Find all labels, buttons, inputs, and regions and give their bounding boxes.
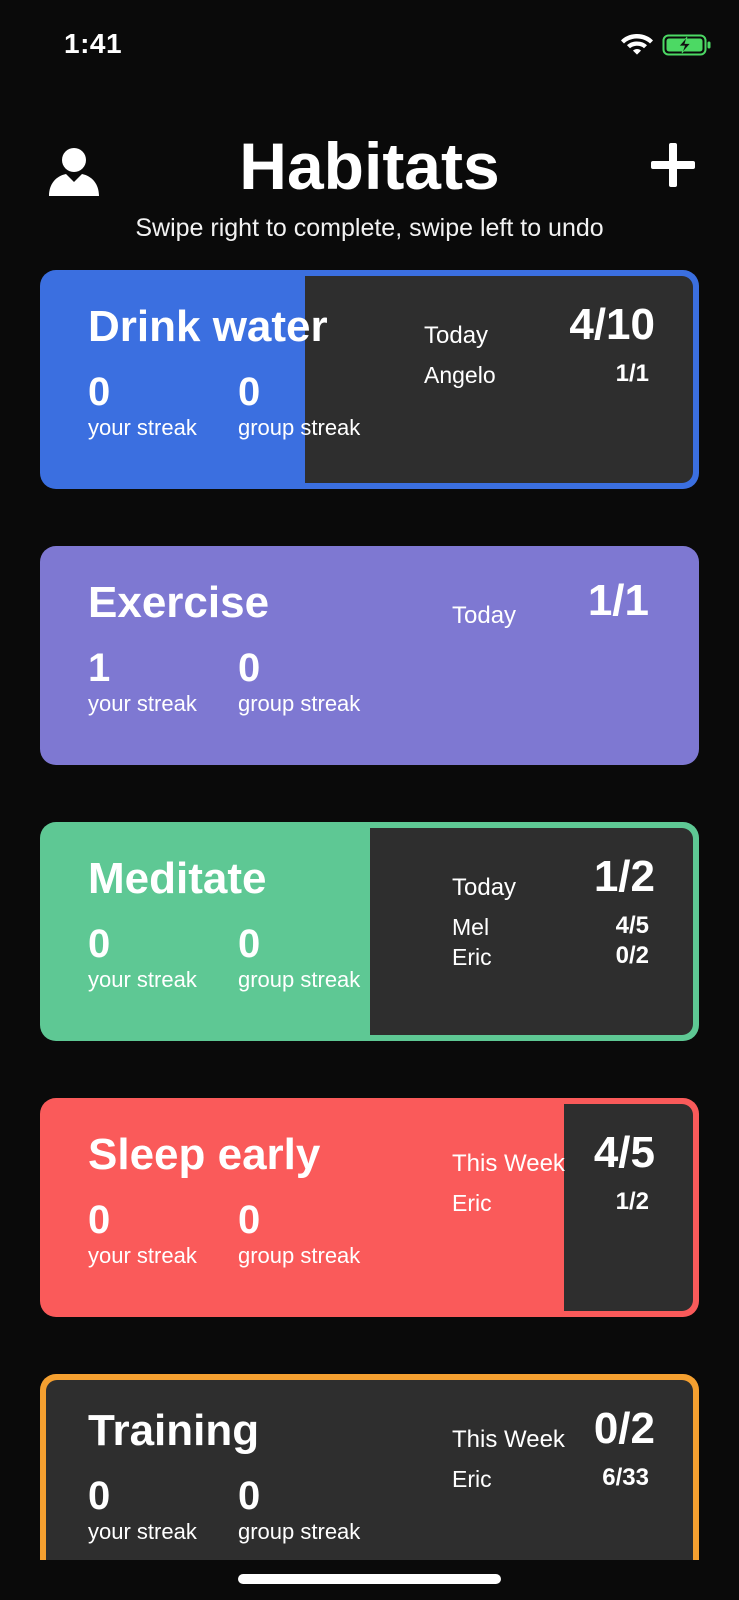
member-value: 1/1 — [615, 360, 649, 387]
member-name: Eric — [452, 1466, 492, 1492]
period-value: 1/1 — [587, 576, 649, 625]
habit-stats: This Week 0/2 Eric 6/33 — [40, 1374, 699, 1593]
member-name: Eric — [452, 944, 492, 970]
wifi-icon — [621, 34, 653, 55]
period-label: This Week — [452, 1426, 565, 1453]
member-value: 1/2 — [615, 1188, 649, 1215]
period-value: 1/2 — [593, 852, 655, 901]
habit-card-drink-water[interactable]: Drink water 0 your streak 0 group streak… — [40, 270, 699, 489]
header: Habitats Swipe right to complete, swipe … — [0, 110, 739, 250]
period-label: This Week — [452, 1150, 565, 1177]
period-label: Today — [424, 322, 489, 349]
period-value: 0/2 — [593, 1404, 655, 1453]
habit-card-training[interactable]: Training 0 your streak 0 group streak Th… — [40, 1374, 699, 1593]
habit-card-exercise[interactable]: Exercise 1 your streak 0 group streak To… — [40, 546, 699, 765]
member-value: 0/2 — [615, 942, 649, 969]
instructions-text: Swipe right to complete, swipe left to u… — [135, 214, 604, 242]
period-label: Today — [452, 602, 517, 629]
page-title: Habitats — [239, 129, 500, 203]
habit-stats: This Week 4/5 Eric 1/2 — [40, 1098, 699, 1317]
habit-stats: Today 4/10 Angelo 1/1 — [40, 270, 699, 489]
member-name: Angelo — [424, 362, 496, 388]
member-value: 6/33 — [602, 1464, 649, 1491]
member-name: Eric — [452, 1190, 492, 1216]
member-value: 4/5 — [615, 912, 649, 939]
habit-stats: Today 1/2 Mel 4/5 Eric 0/2 — [40, 822, 699, 1041]
member-name: Mel — [452, 914, 490, 940]
status-time: 1:41 — [64, 28, 123, 59]
habit-stats: Today 1/1 — [40, 546, 699, 765]
status-bar: 1:41 — [0, 0, 739, 90]
habit-card-meditate[interactable]: Meditate 0 your streak 0 group streak To… — [40, 822, 699, 1041]
period-value: 4/5 — [593, 1128, 655, 1177]
period-label: Today — [452, 874, 517, 901]
habit-card-sleep-early[interactable]: Sleep early 0 your streak 0 group streak… — [40, 1098, 699, 1317]
battery-charging-icon — [662, 34, 711, 56]
period-value: 4/10 — [569, 300, 655, 349]
plus-icon[interactable] — [648, 140, 698, 190]
